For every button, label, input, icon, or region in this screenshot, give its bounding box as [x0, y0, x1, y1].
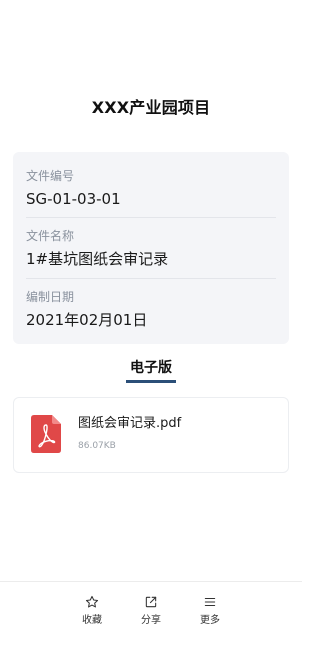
file-name-label: 文件名称 — [26, 229, 75, 243]
file-number-label: 文件编号 — [26, 169, 75, 183]
compile-date-value: 2021年02月01日 — [26, 311, 148, 329]
menu-icon — [204, 597, 216, 607]
tab-label: 电子版 — [130, 360, 172, 376]
favorite-label: 收藏 — [82, 615, 102, 626]
document-info-card: 文件编号 SG-01-03-01 文件名称 1#基坑图纸会审记录 编制日期 20… — [13, 152, 289, 344]
favorite-button[interactable]: 收藏 — [72, 595, 112, 628]
pdf-file-icon — [31, 415, 61, 453]
file-name-value: 1#基坑图纸会审记录 — [26, 250, 169, 268]
more-label: 更多 — [200, 615, 220, 626]
share-button[interactable]: 分享 — [131, 595, 171, 628]
file-size: 86.07KB — [78, 441, 116, 451]
file-item[interactable]: 图纸会审记录.pdf 86.07KB — [13, 397, 289, 473]
file-number-value: SG-01-03-01 — [26, 190, 121, 208]
page-title: XXX产业园项目 — [91, 98, 211, 117]
divider — [26, 217, 276, 218]
tab-electronic-version[interactable]: 电子版 — [0, 358, 302, 383]
file-number-field: 文件编号 SG-01-03-01 — [26, 168, 276, 209]
tab-active-indicator — [126, 380, 176, 383]
share-icon — [145, 596, 157, 608]
star-icon — [85, 595, 99, 608]
bottom-action-bar: 收藏 分享 更多 — [0, 581, 302, 657]
file-name-field: 文件名称 1#基坑图纸会审记录 — [26, 228, 276, 269]
compile-date-label: 编制日期 — [26, 290, 75, 304]
divider — [26, 278, 276, 279]
share-label: 分享 — [141, 615, 161, 626]
file-name: 图纸会审记录.pdf — [78, 416, 182, 431]
compile-date-field: 编制日期 2021年02月01日 — [26, 289, 276, 330]
more-button[interactable]: 更多 — [190, 595, 230, 628]
